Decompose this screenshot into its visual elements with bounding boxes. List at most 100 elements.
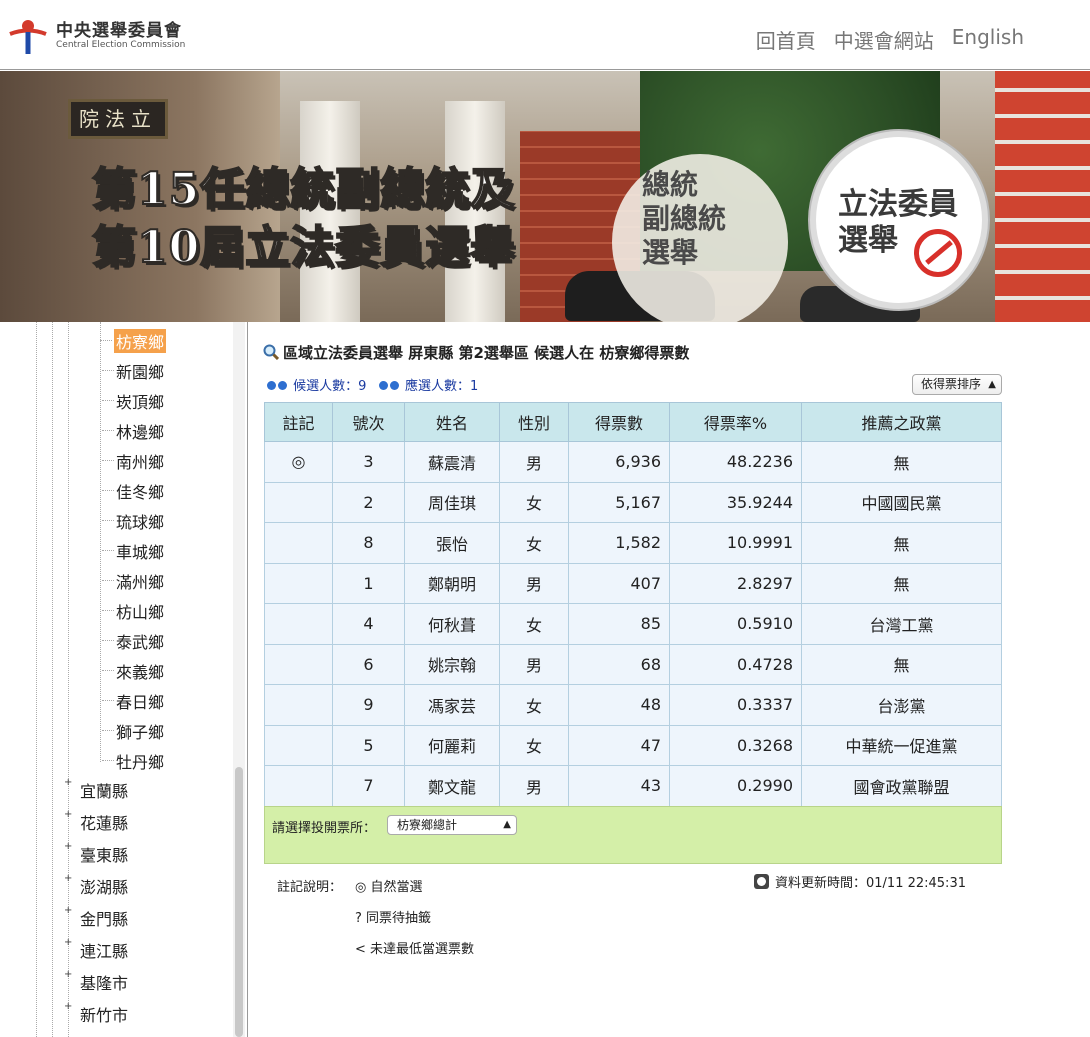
banner-title-line1: 第15任總統副總統及 [91, 163, 516, 216]
cell-vote-rate: 10.9991 [669, 522, 802, 564]
select-arrow-icon: ▲ [988, 379, 996, 390]
nav-home-link[interactable]: 回首頁 [756, 25, 816, 54]
cell-party: 無 [801, 441, 1002, 483]
results-table-body: ◎ 3 蘇震清男 6,936 48.2236 無 2 周佳琪女 5,167 35.9244 中國國民… [264, 441, 1002, 807]
cell-votes: 43 [568, 765, 670, 807]
legislator-election-button[interactable]: 立法委員 選舉 [810, 131, 988, 309]
sidebar-township-item[interactable]: 琉球鄉 [101, 509, 164, 533]
bullet-icon [267, 381, 276, 390]
cell-vote-rate: 0.3337 [669, 684, 802, 726]
sort-select[interactable]: 依得票排序 ▲ [912, 374, 1002, 395]
cell-name: 馮家芸 [404, 684, 500, 726]
banner-title-line2: 第10屆立法委員選舉 [91, 221, 516, 274]
table-row: 5 何麗莉女 47 0.3268 中華統一促進黨 [264, 724, 1002, 766]
expand-plus-icon[interactable]: + [64, 970, 73, 980]
cec-logo-icon[interactable] [6, 12, 50, 56]
cell-mark [264, 562, 333, 604]
sidebar-township-item[interactable]: 新園鄉 [101, 359, 164, 383]
sidebar-township-item[interactable]: 南州鄉 [101, 449, 164, 473]
sidebar-scrollbar-thumb[interactable] [235, 767, 243, 1037]
sidebar-township-item[interactable]: 獅子鄉 [101, 719, 164, 743]
table-row: 8 張怡女 1,582 10.9991 無 [264, 522, 1002, 564]
sidebar-township-item[interactable]: 泰武鄉 [101, 629, 164, 653]
col-header-votes: 得票數 [568, 402, 670, 442]
results-title: 區域立法委員選舉 屏東縣 第2選舉區 候選人在 枋寮鄉得票數 [263, 342, 689, 363]
cell-vote-rate: 2.8297 [669, 562, 802, 604]
banner-title: 第15任總統副總統及 第10屆立法委員選舉 [91, 161, 516, 277]
nav-english-link[interactable]: English [952, 25, 1024, 54]
cell-votes: 85 [568, 603, 670, 645]
sidebar-county-label: 連江縣 [80, 942, 129, 961]
expand-plus-icon[interactable]: + [64, 906, 73, 916]
sidebar-township-item[interactable]: 牡丹鄉 [101, 749, 164, 773]
banner-red-wall [995, 71, 1090, 322]
table-row: 4 何秋葺女 85 0.5910 台灣工黨 [264, 603, 1002, 645]
president-election-button[interactable]: 總統 副總統 選舉 [612, 154, 788, 322]
cell-votes: 6,936 [568, 441, 670, 483]
sidebar-township-item[interactable]: 林邊鄉 [101, 419, 164, 443]
polling-station-value: 枋寮鄉總計 [397, 818, 458, 832]
cell-gender: 男 [499, 643, 569, 685]
results-table: 註記 號次 姓名 性別 得票數 得票率% 推薦之政黨 ◎ 3 蘇震清男 6,936 48… [264, 402, 1002, 807]
sidebar-scrollbar[interactable] [233, 322, 245, 1037]
expand-plus-icon[interactable]: + [64, 842, 73, 852]
col-header-number: 號次 [332, 402, 405, 442]
seats-count: 應選人數：1 [404, 379, 479, 394]
cell-name: 張怡 [404, 522, 500, 564]
cell-mark [264, 481, 333, 523]
sidebar-township-item[interactable]: 枋山鄉 [101, 599, 164, 623]
legend-item-tie: ? 同票待抽籤 [355, 911, 432, 926]
polling-station-panel: 請選擇投開票所： 枋寮鄉總計 ▲ [264, 806, 1002, 864]
col-header-gender: 性別 [499, 402, 569, 442]
cell-vote-rate: 48.2236 [669, 441, 802, 483]
sidebar-county-label: 金門縣 [80, 910, 129, 929]
results-panel: 區域立法委員選舉 屏東縣 第2選舉區 候選人在 枋寮鄉得票數 候選人數：9 應選… [249, 322, 1090, 1037]
cell-votes: 407 [568, 562, 670, 604]
sidebar-township-item[interactable]: 滿州鄉 [101, 569, 164, 593]
sidebar-county-label: 基隆市 [80, 974, 129, 993]
sidebar-township-item[interactable]: 枋寮鄉 [99, 329, 167, 353]
expand-plus-icon[interactable]: + [64, 1002, 73, 1012]
expand-plus-icon[interactable]: + [64, 810, 73, 820]
expand-plus-icon[interactable]: + [64, 938, 73, 948]
col-header-vote-rate: 得票率% [669, 402, 802, 442]
cell-number: 5 [332, 724, 405, 766]
cell-name: 鄭文龍 [404, 765, 500, 807]
table-row: 9 馮家芸女 48 0.3337 台澎黨 [264, 684, 1002, 726]
cell-number: 4 [332, 603, 405, 645]
cell-number: 9 [332, 684, 405, 726]
org-name-zh[interactable]: 中央選舉委員會 [56, 16, 182, 41]
site-header: 中央選舉委員會 Central Election Commission 回首頁 … [0, 0, 1090, 70]
sidebar-township-item[interactable]: 來義鄉 [101, 659, 164, 683]
tree-guide-line [100, 322, 101, 762]
sidebar-township-item[interactable]: 春日鄉 [101, 689, 164, 713]
sidebar-township-item[interactable]: 崁頂鄉 [101, 389, 164, 413]
cell-number: 2 [332, 481, 405, 523]
select-arrow-icon: ▲ [503, 819, 511, 830]
nav-cec-site-link[interactable]: 中選會網站 [834, 25, 934, 54]
cell-party: 中國國民黨 [801, 481, 1002, 523]
legend-item-elected: ◎ 自然當選 [355, 880, 423, 895]
cell-gender: 男 [499, 441, 569, 483]
sidebar-township-item[interactable]: 佳冬鄉 [101, 479, 164, 503]
bullet-icon [278, 381, 287, 390]
tree-guide-line [68, 322, 69, 1037]
cell-party: 無 [801, 562, 1002, 604]
org-name-en[interactable]: Central Election Commission [56, 40, 185, 50]
cell-gender: 女 [499, 481, 569, 523]
polling-station-select[interactable]: 枋寮鄉總計 ▲ [387, 815, 517, 835]
sidebar-township-item[interactable]: 車城鄉 [101, 539, 164, 563]
cell-name: 周佳琪 [404, 481, 500, 523]
expand-plus-icon[interactable]: + [64, 778, 73, 788]
cell-votes: 47 [568, 724, 670, 766]
sidebar-county-label: 花蓮縣 [80, 814, 129, 833]
cell-party: 台灣工黨 [801, 603, 1002, 645]
president-election-label: 總統 副總統 選舉 [642, 168, 727, 269]
top-nav: 回首頁 中選會網站 English [756, 25, 1024, 54]
cell-mark [264, 643, 333, 685]
cell-vote-rate: 0.2990 [669, 765, 802, 807]
expand-plus-icon[interactable]: + [64, 874, 73, 884]
magnifier-icon [263, 344, 279, 360]
sidebar-county-label: 澎湖縣 [80, 878, 129, 897]
cell-gender: 女 [499, 603, 569, 645]
